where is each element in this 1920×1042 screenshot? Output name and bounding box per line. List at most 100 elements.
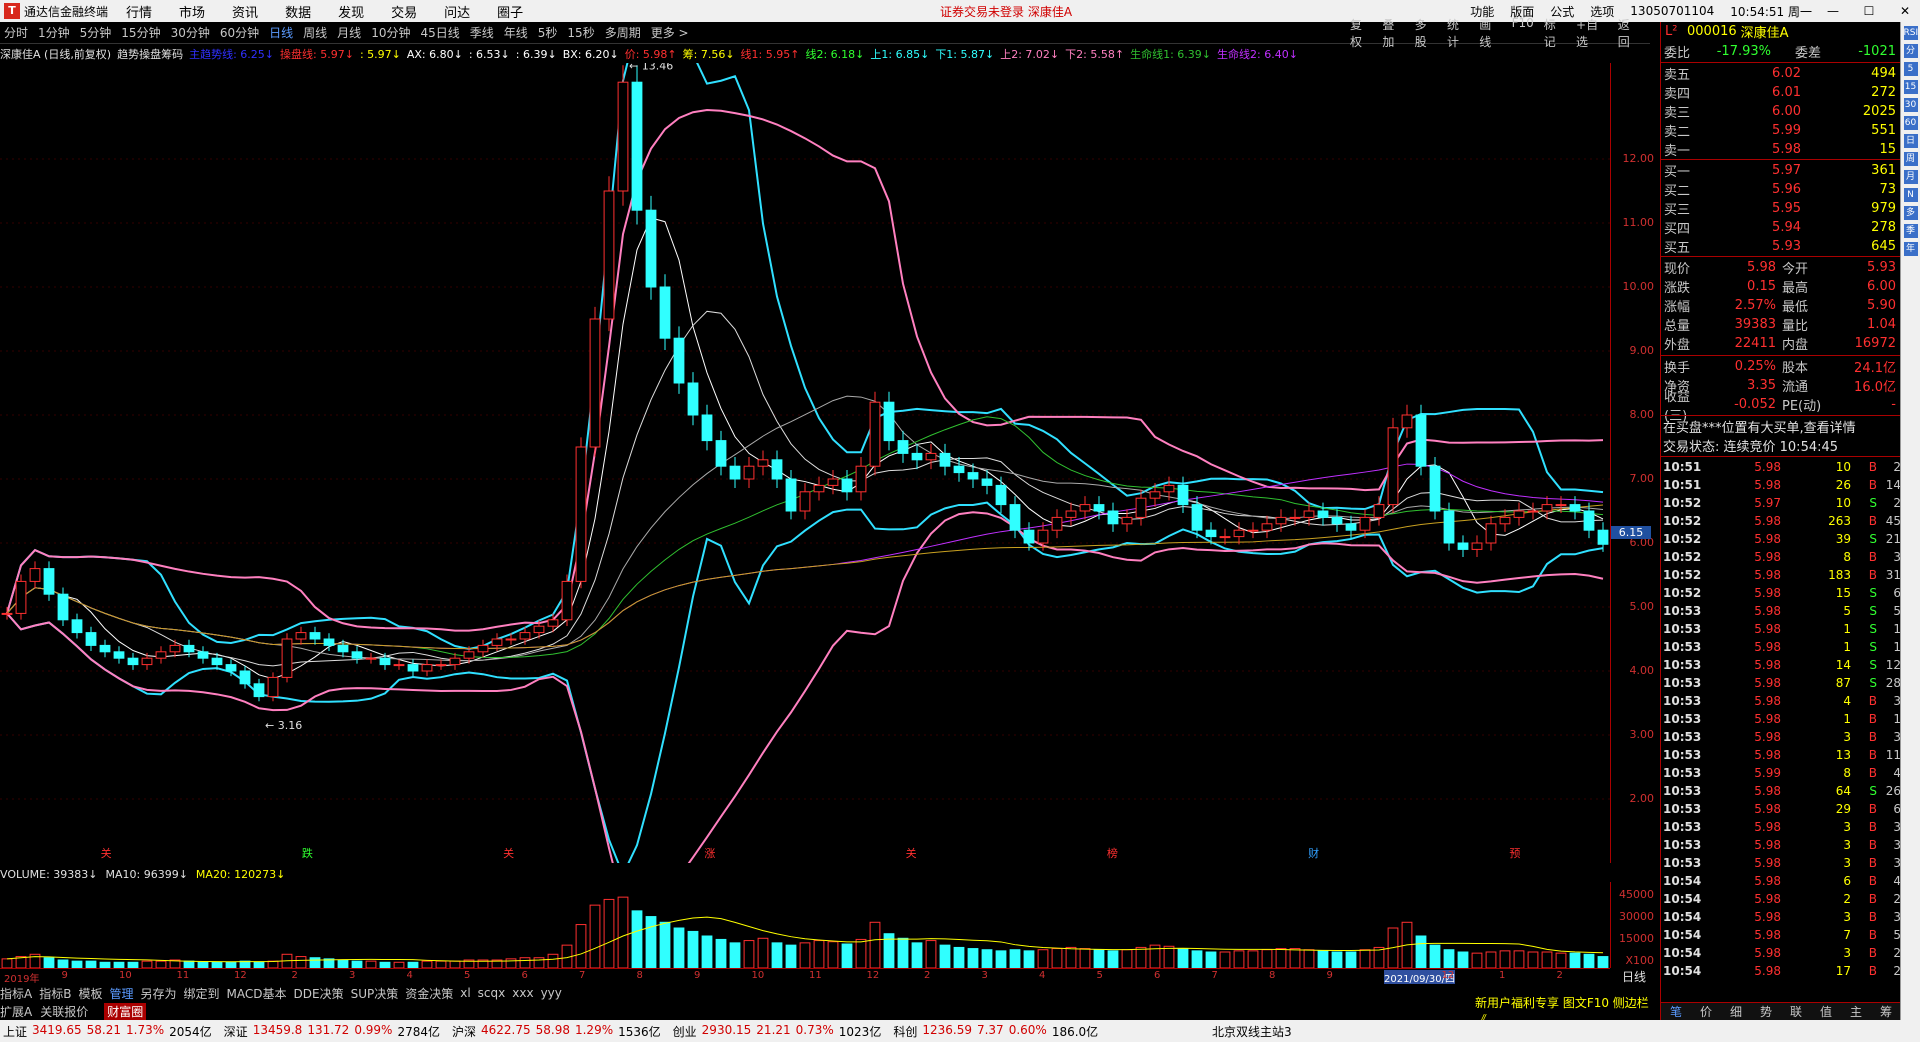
side-tool-icon[interactable]: RSI [1903, 26, 1918, 40]
quote-tab[interactable]: 值 [1811, 1003, 1841, 1020]
date-tick: 3 [981, 970, 988, 981]
volume-bar [1065, 946, 1077, 968]
menu-item[interactable]: 交易 [391, 6, 417, 21]
candle-body [225, 664, 237, 672]
stat-row: 现价 5.98 今开 5.93 [1661, 258, 1901, 277]
menu-item[interactable]: 圈子 [497, 6, 523, 21]
period-tab[interactable]: 1分钟 [38, 24, 70, 41]
side-tool-icon[interactable]: 季 [1903, 224, 1918, 238]
candle-body [351, 651, 363, 659]
period-tab[interactable]: 日线 [269, 24, 293, 41]
login-notice[interactable]: 证券交易未登录 深康佳A [940, 3, 1072, 20]
candle-body [1583, 510, 1595, 531]
period-tab[interactable]: 15分钟 [121, 24, 160, 41]
indicator-tab[interactable]: scqx [478, 986, 506, 1000]
volume-bar [1, 958, 13, 968]
menu-item[interactable]: 行情 [126, 6, 152, 21]
period-tab[interactable]: 更多 > [651, 24, 689, 41]
side-tool-icon[interactable]: 15 [1903, 80, 1918, 94]
tick-price: 5.98 [1754, 730, 1781, 744]
index-name[interactable]: 深证 [224, 1023, 248, 1040]
extension-tab[interactable]: 关联报价 [40, 1003, 88, 1020]
side-tool-icon[interactable]: 30 [1903, 98, 1918, 112]
indicator-tab[interactable]: 另存为 [140, 985, 176, 1002]
period-tab[interactable]: 5秒 [538, 24, 558, 41]
menu-item[interactable]: 数据 [285, 6, 311, 21]
indicator-tab[interactable]: SUP决策 [351, 985, 399, 1002]
candle-body [561, 580, 573, 621]
price-tick: 9.00 [1629, 344, 1655, 357]
stat-value: -0.052 [1734, 397, 1776, 412]
side-tool-icon[interactable]: 多 [1903, 206, 1918, 220]
side-tool-icon[interactable]: 周 [1903, 152, 1918, 166]
period-tab[interactable]: 5分钟 [80, 24, 112, 41]
quote-tab[interactable]: 价 [1691, 1003, 1721, 1020]
quote-tab[interactable]: 筹 [1871, 1003, 1901, 1020]
quote-tab[interactable]: 势 [1751, 1003, 1781, 1020]
server-name[interactable]: 北京双线主站3 [1212, 1023, 1292, 1040]
side-tool-icon[interactable]: 年 [1903, 242, 1918, 256]
volume-bar [1583, 953, 1595, 968]
side-tool-icon[interactable]: N [1903, 188, 1918, 202]
period-tab[interactable]: 季线 [470, 24, 494, 41]
index-name[interactable]: 科创 [893, 1023, 917, 1040]
period-tab[interactable]: 30分钟 [171, 24, 210, 41]
indicator-tab[interactable]: 资金决策 [405, 985, 453, 1002]
indicator-tab[interactable]: MACD基本 [227, 985, 287, 1002]
main-menu: 行情 市场 资讯 数据 发现 交易 问达 圈子 [126, 2, 550, 21]
period-tab[interactable]: 分时 [4, 24, 28, 41]
indicator-tab[interactable]: 绑定到 [184, 985, 220, 1002]
side-tool-icon[interactable]: 月 [1903, 170, 1918, 184]
indicator-tab[interactable]: 管理 [109, 985, 133, 1002]
period-tab[interactable]: 月线 [337, 24, 361, 41]
period-tab[interactable]: 多周期 [605, 24, 641, 41]
index-name[interactable]: 上证 [3, 1023, 27, 1040]
indicator-tab[interactable]: xl [460, 986, 470, 1000]
tick-direction: B [1868, 712, 1877, 726]
maximize-icon[interactable]: ☐ [1854, 4, 1884, 18]
tick-row: 10:53 5.98 3 B 3 [1661, 728, 1901, 746]
tick-volume: 13 [1835, 748, 1851, 762]
tick-direction: S [1869, 640, 1877, 654]
menu-item[interactable]: 市场 [179, 6, 205, 21]
indicator-tab[interactable]: 指标A [0, 985, 32, 1002]
quote-tab[interactable]: 笔 [1661, 1003, 1691, 1020]
tick-count: 6 [1893, 586, 1901, 600]
side-tool-icon[interactable]: 60 [1903, 116, 1918, 130]
indicator-tab[interactable]: xxx [512, 986, 533, 1000]
side-tool-icon[interactable]: 分 [1903, 44, 1918, 58]
indicator-tab[interactable]: DDE决策 [294, 985, 344, 1002]
period-label[interactable]: 日线 [1622, 968, 1646, 985]
extension-tab[interactable]: 扩展A [0, 1003, 32, 1020]
quote-tab[interactable]: 联 [1781, 1003, 1811, 1020]
quote-tab[interactable]: 主 [1841, 1003, 1871, 1020]
side-tool-icon[interactable]: 5 [1903, 62, 1918, 76]
candle-body [925, 452, 937, 461]
quote-tab[interactable]: 细 [1721, 1003, 1751, 1020]
menu-item[interactable]: 发现 [338, 6, 364, 21]
period-tab[interactable]: 周线 [303, 24, 327, 41]
indicator-tab[interactable]: 指标B [39, 985, 71, 1002]
period-tab[interactable]: 60分钟 [220, 24, 259, 41]
wealth-circle-tab[interactable]: 财富圈 [104, 1002, 147, 1020]
indicator-tab[interactable]: yyy [541, 986, 562, 1000]
volume-chart[interactable] [0, 882, 1610, 968]
menu-item[interactable]: 资讯 [232, 6, 258, 21]
news-alert[interactable]: 在买盘***位置有大买单,查看详情 [1661, 417, 1901, 436]
tick-row: 10:53 5.98 64 S 26 [1661, 782, 1901, 800]
period-tab[interactable]: 45日线 [420, 24, 459, 41]
indicator-tab[interactable]: 模板 [78, 985, 102, 1002]
period-tab[interactable]: 10分钟 [371, 24, 410, 41]
minimize-icon[interactable]: — [1818, 4, 1848, 18]
menu-item[interactable]: 问达 [444, 6, 470, 21]
index-name[interactable]: 创业 [673, 1023, 697, 1040]
period-tab[interactable]: 15秒 [567, 24, 594, 41]
candle-body [1219, 536, 1231, 539]
side-tool-icon[interactable]: 日 [1903, 134, 1918, 148]
period-tab[interactable]: 年线 [504, 24, 528, 41]
stat-label: 换手 [1664, 361, 1691, 376]
kline-chart[interactable]: ← 13.46 ← 3.16 关 跌 关 涨 关 榜 财 预 [0, 63, 1610, 863]
bid-price: 5.96 [1772, 182, 1801, 197]
close-icon[interactable]: ✕ [1890, 4, 1920, 18]
index-name[interactable]: 沪深 [452, 1023, 476, 1040]
